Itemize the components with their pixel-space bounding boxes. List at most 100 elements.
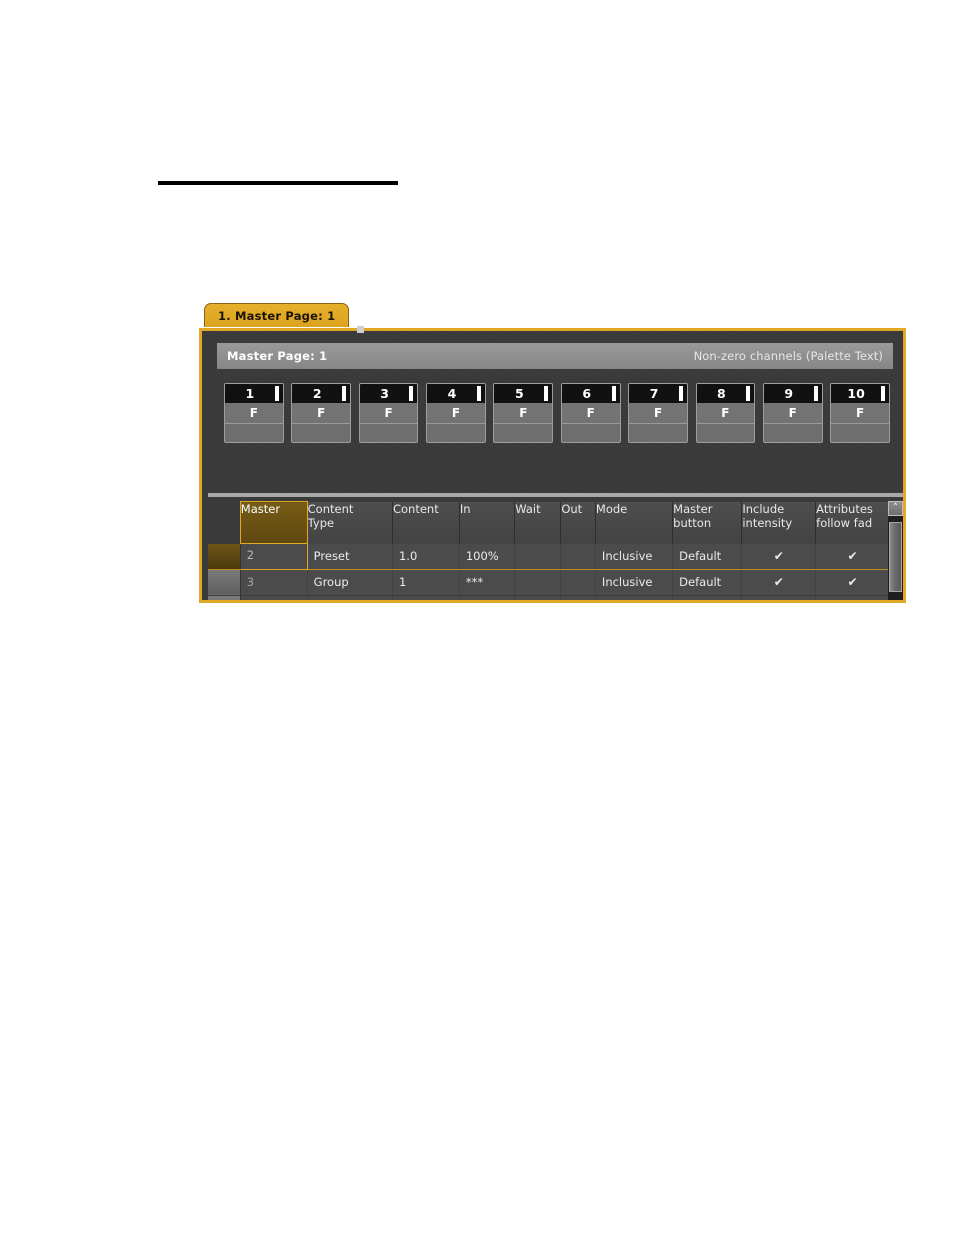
cell-master-button[interactable]: Default [672,595,743,600]
fader-1-number: 1 [245,386,255,401]
fader-8-footer[interactable] [696,424,755,441]
cell-out[interactable] [560,543,596,570]
fader-5-button[interactable]: F [494,403,553,424]
table-row[interactable]: 3 Group 1 *** Inclusive Default ✔ ✔ [208,569,889,596]
fader-7-footer[interactable] [629,424,687,441]
cell-wait[interactable] [514,543,562,570]
fader-10-footer[interactable] [831,424,889,441]
cell-content[interactable]: 1.0 [392,543,460,570]
cell-content[interactable]: 1 [392,595,460,600]
scroll-up-arrow-icon[interactable]: ˄ [888,501,903,516]
row-selector-handle[interactable] [208,543,241,570]
cell-include-intensity-check-icon[interactable]: ✔ [741,543,817,570]
cell-include-intensity-check-icon[interactable]: ✔ [741,595,817,600]
fader-2[interactable]: 2 F [291,383,352,443]
fader-4-footer[interactable] [427,424,485,441]
column-header-master-button-line2: button [673,515,712,530]
fader-3-button[interactable]: F [359,403,418,424]
scrollbar-thumb[interactable] [889,522,902,592]
fader-9[interactable]: 9 F [762,383,823,443]
cell-in[interactable]: *** [459,569,516,596]
cell-mode[interactable]: Inclusive [595,569,674,596]
column-header-content[interactable]: Content [392,501,460,544]
fader-2-letter: F [317,406,326,420]
fader-1-header: 1 [225,384,283,403]
master-page-panel: Master Page: 1 Non-zero channels (Palett… [199,328,906,603]
fader-7[interactable]: 7 F [628,383,688,443]
column-header-out-line1: Out [561,501,583,516]
fader-4-button[interactable]: F [427,403,485,424]
cell-attributes-follow-faders-check-icon[interactable]: ✔ [815,543,889,570]
column-header-content-type[interactable]: Content Type [307,501,393,544]
fader-3-header: 3 [359,384,418,403]
cell-master[interactable]: 4 [240,595,308,600]
cell-content-type[interactable]: Group [307,569,393,596]
table-row[interactable]: 4 Sequence 1 100% Inclusive Default ✔ ✔ [208,595,889,600]
cell-master-button[interactable]: Default [672,569,743,596]
fader-6-header: 6 [561,384,620,403]
cell-wait[interactable] [514,595,562,600]
fader-7-button[interactable]: F [629,403,687,424]
fader-6-button[interactable]: F [561,403,620,424]
column-header-master[interactable]: Master [239,501,308,544]
column-header-wait[interactable]: Wait [514,501,562,544]
cell-out[interactable] [560,569,596,596]
fader-5-letter: F [519,406,528,420]
fader-1[interactable]: 1 F [224,383,284,443]
masters-table-header-row: Master Content Type Content In Wait Out … [208,501,889,544]
fader-6-footer[interactable] [561,424,620,441]
cell-out[interactable] [560,595,596,600]
row-selector-handle[interactable] [208,569,241,596]
cell-wait[interactable] [514,569,562,596]
cell-mode[interactable]: Inclusive [595,543,674,570]
tab-master-page-1[interactable]: 1. Master Page: 1 [204,303,350,327]
fader-5[interactable]: 5 F [493,383,554,443]
fader-1-letter: F [249,406,258,420]
fader-2-button[interactable]: F [292,403,351,424]
fader-2-footer[interactable] [292,424,351,441]
fader-9-footer[interactable] [763,424,822,441]
cell-content-type[interactable]: Preset [307,543,393,570]
column-header-mode[interactable]: Mode [595,501,674,544]
column-header-mode-line1: Mode [595,501,628,516]
cell-mode[interactable]: Inclusive [595,595,674,600]
column-header-in[interactable]: In [459,501,516,544]
row-selector-handle[interactable] [208,595,241,600]
fader-7-letter: F [653,406,663,420]
fader-8-button[interactable]: F [696,403,755,424]
cell-in[interactable]: 100% [459,595,516,600]
fader-3[interactable]: 3 F [358,383,419,443]
fader-9-button[interactable]: F [763,403,822,424]
fader-1-button[interactable]: F [225,403,283,424]
fader-8[interactable]: 8 F [695,383,756,443]
cell-master[interactable]: 2 [239,543,308,570]
fader-4[interactable]: 4 F [426,383,486,443]
column-header-include-intensity-line1: Include [742,501,785,516]
cell-master-button[interactable]: Default [672,543,743,570]
fader-3-footer[interactable] [359,424,418,441]
cell-include-intensity-check-icon[interactable]: ✔ [741,569,817,596]
column-header-out[interactable]: Out [560,501,596,544]
column-header-master-button[interactable]: Master button [672,501,743,544]
table-row[interactable]: 2 Preset 1.0 100% Inclusive Default ✔ ✔ [208,543,889,570]
fader-10-button[interactable]: F [831,403,889,424]
cell-content[interactable]: 1 [392,569,460,596]
column-header-include-intensity[interactable]: Include intensity [741,501,817,544]
cell-attributes-follow-faders-check-icon[interactable]: ✔ [815,569,889,596]
scrollbar-track[interactable] [888,516,903,600]
fader-6[interactable]: 6 F [560,383,621,443]
fader-10[interactable]: 10 F [830,383,890,443]
fader-4-header: 4 [427,384,485,403]
masters-table-scrollbar[interactable]: ˄ [888,501,903,600]
fader-5-footer[interactable] [494,424,553,441]
cell-master[interactable]: 3 [240,569,308,596]
column-header-attributes-follow-faders-line2: follow fad [816,515,873,530]
column-header-attributes-follow-faders[interactable]: Attributes follow fad [815,501,889,544]
cell-in[interactable]: 100% [459,543,516,570]
cell-content-type[interactable]: Sequence [307,595,393,600]
fader-1-footer[interactable] [225,424,283,441]
masters-table-region: Master Content Type Content In Wait Out … [208,501,903,600]
fader-3-letter: F [384,406,393,420]
fader-7-number: 7 [649,386,659,401]
cell-attributes-follow-faders-check-icon[interactable]: ✔ [815,595,889,600]
